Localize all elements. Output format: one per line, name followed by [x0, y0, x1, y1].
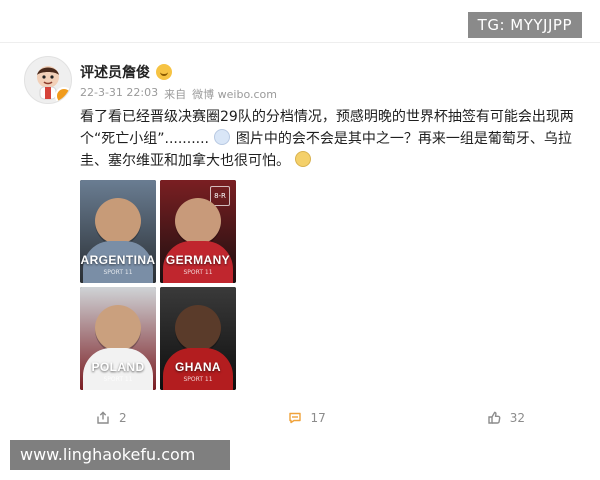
tile-label: POLAND [91, 360, 145, 374]
verified-badge [55, 87, 71, 103]
post-source-prefix: 来自 [164, 88, 187, 101]
player-head [175, 198, 221, 244]
like-count: 32 [509, 411, 525, 425]
post-actions: 2 17 32 [95, 408, 525, 428]
image-grid[interactable]: ARGENTINA SPORT 11 8-R GERMANY SPORT 11 … [80, 180, 238, 390]
image-tile-2[interactable]: 8-R GERMANY SPORT 11 [160, 180, 236, 283]
post-source[interactable]: 微博 weibo.com [192, 86, 277, 102]
player-head [175, 305, 221, 351]
tile-label: GHANA [175, 360, 221, 374]
post-datetime: 22-3-31 22:03 [80, 86, 159, 99]
author-row[interactable]: 评述员詹俊 [80, 62, 172, 82]
top-divider [0, 42, 600, 43]
like-action[interactable]: 32 [486, 410, 525, 426]
player-head [95, 198, 141, 244]
laugh-emoji-icon [295, 151, 312, 167]
author-emoji-icon [156, 64, 172, 80]
tile-sub: SPORT 11 [183, 269, 213, 276]
image-tile-4[interactable]: GHANA SPORT 11 [160, 287, 236, 390]
tile-label: ARGENTINA [80, 253, 156, 267]
post-meta: 22-3-31 22:03 来自 微博 weibo.com [80, 86, 277, 102]
share-count: 2 [119, 411, 127, 425]
share-icon [97, 411, 109, 424]
avatar[interactable] [24, 56, 72, 104]
image-tile-3[interactable]: POLAND SPORT 11 [80, 287, 156, 390]
tile-sub: SPORT 11 [103, 269, 133, 276]
like-icon [488, 411, 501, 424]
comment-icon [288, 412, 301, 424]
tile-sub: SPORT 11 [103, 376, 133, 383]
author-name[interactable]: 评述员詹俊 [80, 62, 150, 82]
share-action[interactable]: 2 [95, 410, 127, 426]
tile-label: GERMANY [165, 253, 231, 267]
watermark-site: www.linghaokefu.com [10, 440, 230, 470]
post-text: 看了看已经晋级决赛圈29队的分档情况，预感明晚的世界杯抽签有可能会出现两个“死亡… [80, 106, 580, 172]
image-tile-1[interactable]: ARGENTINA SPORT 11 [80, 180, 156, 283]
comment-action[interactable]: 17 [287, 410, 326, 426]
image-link-icon[interactable] [214, 129, 231, 145]
watermark-tg: TG: MYYJJPP [467, 12, 582, 38]
tile-sub: SPORT 11 [183, 376, 213, 383]
player-head [95, 305, 141, 351]
comment-count: 17 [310, 411, 326, 425]
